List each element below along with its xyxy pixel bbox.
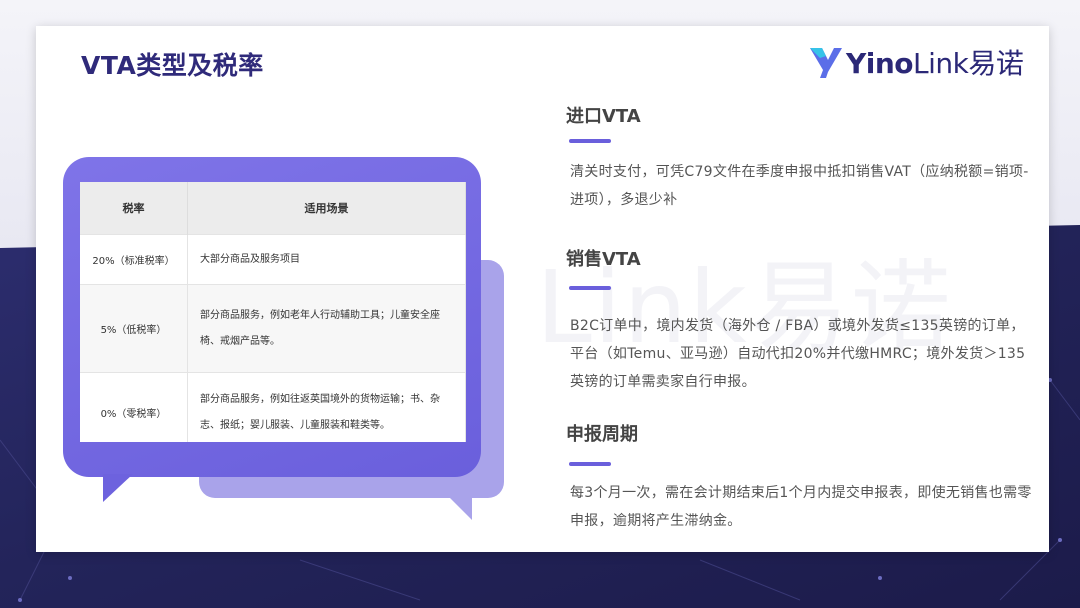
logo-brand-bold: Yino [846, 47, 914, 80]
logo-y-icon [810, 48, 842, 78]
table-cell-rate: 5%（低税率） [80, 284, 188, 373]
section-text-period: 每3个月一次，需在会计期结束后1个月内提交申报表，即使无销售也需零申报，逾期将产… [570, 485, 1032, 529]
section-bar [569, 462, 611, 466]
brand-logo: YinoLink易诺 [808, 38, 1024, 86]
slide-card: Link易诺 VTA类型及税率 YinoLink易诺 税率 适用场景 20%（标… [36, 26, 1049, 552]
table-cell-rate: 0%（零税率） [80, 372, 188, 442]
section-title-period: 申报周期 [566, 424, 638, 445]
section-bar [569, 139, 611, 143]
table-cell-scene: 大部分商品及服务项目 [187, 234, 466, 285]
logo-text: YinoLink易诺 [846, 42, 1024, 82]
bubble-front-tail [103, 474, 133, 502]
table-cell-scene: 部分商品服务，例如老年人行动辅助工具；儿童安全座椅、戒烟产品等。 [187, 284, 466, 373]
table-row: 0%（零税率） 部分商品服务，例如往返英国境外的货物运输；书、杂志、报纸；婴儿服… [80, 372, 466, 442]
table-cell-scene: 部分商品服务，例如往返英国境外的货物运输；书、杂志、报纸；婴儿服装、儿童服装和鞋… [187, 372, 466, 442]
table-header-scene: 适用场景 [187, 182, 466, 235]
tax-rate-table: 税率 适用场景 20%（标准税率） 大部分商品及服务项目 5%（低税率） 部分商… [80, 182, 466, 442]
table-cell-rate: 20%（标准税率） [80, 234, 188, 285]
table-row: 20%（标准税率） 大部分商品及服务项目 [80, 234, 466, 285]
page-title: VTA类型及税率 [81, 51, 264, 80]
table-header-rate: 税率 [80, 182, 188, 235]
section-text-sales: B2C订单中，境内发货（海外仓 / FBA）或境外发货≤135英镑的订单，平台（… [570, 318, 1026, 390]
logo-brand-light: Link [913, 47, 969, 80]
table-row: 5%（低税率） 部分商品服务，例如老年人行动辅助工具；儿童安全座椅、戒烟产品等。 [80, 284, 466, 373]
section-text-import: 清关时支付，可凭C79文件在季度申报中抵扣销售VAT（应纳税额=销项-进项），多… [570, 164, 1029, 208]
section-title-sales: 销售VTA [566, 249, 641, 270]
section-title-import: 进口VTA [566, 106, 641, 127]
bubble-back-tail [446, 494, 472, 520]
logo-brand-cn: 易诺 [968, 47, 1024, 80]
section-bar [569, 286, 611, 290]
